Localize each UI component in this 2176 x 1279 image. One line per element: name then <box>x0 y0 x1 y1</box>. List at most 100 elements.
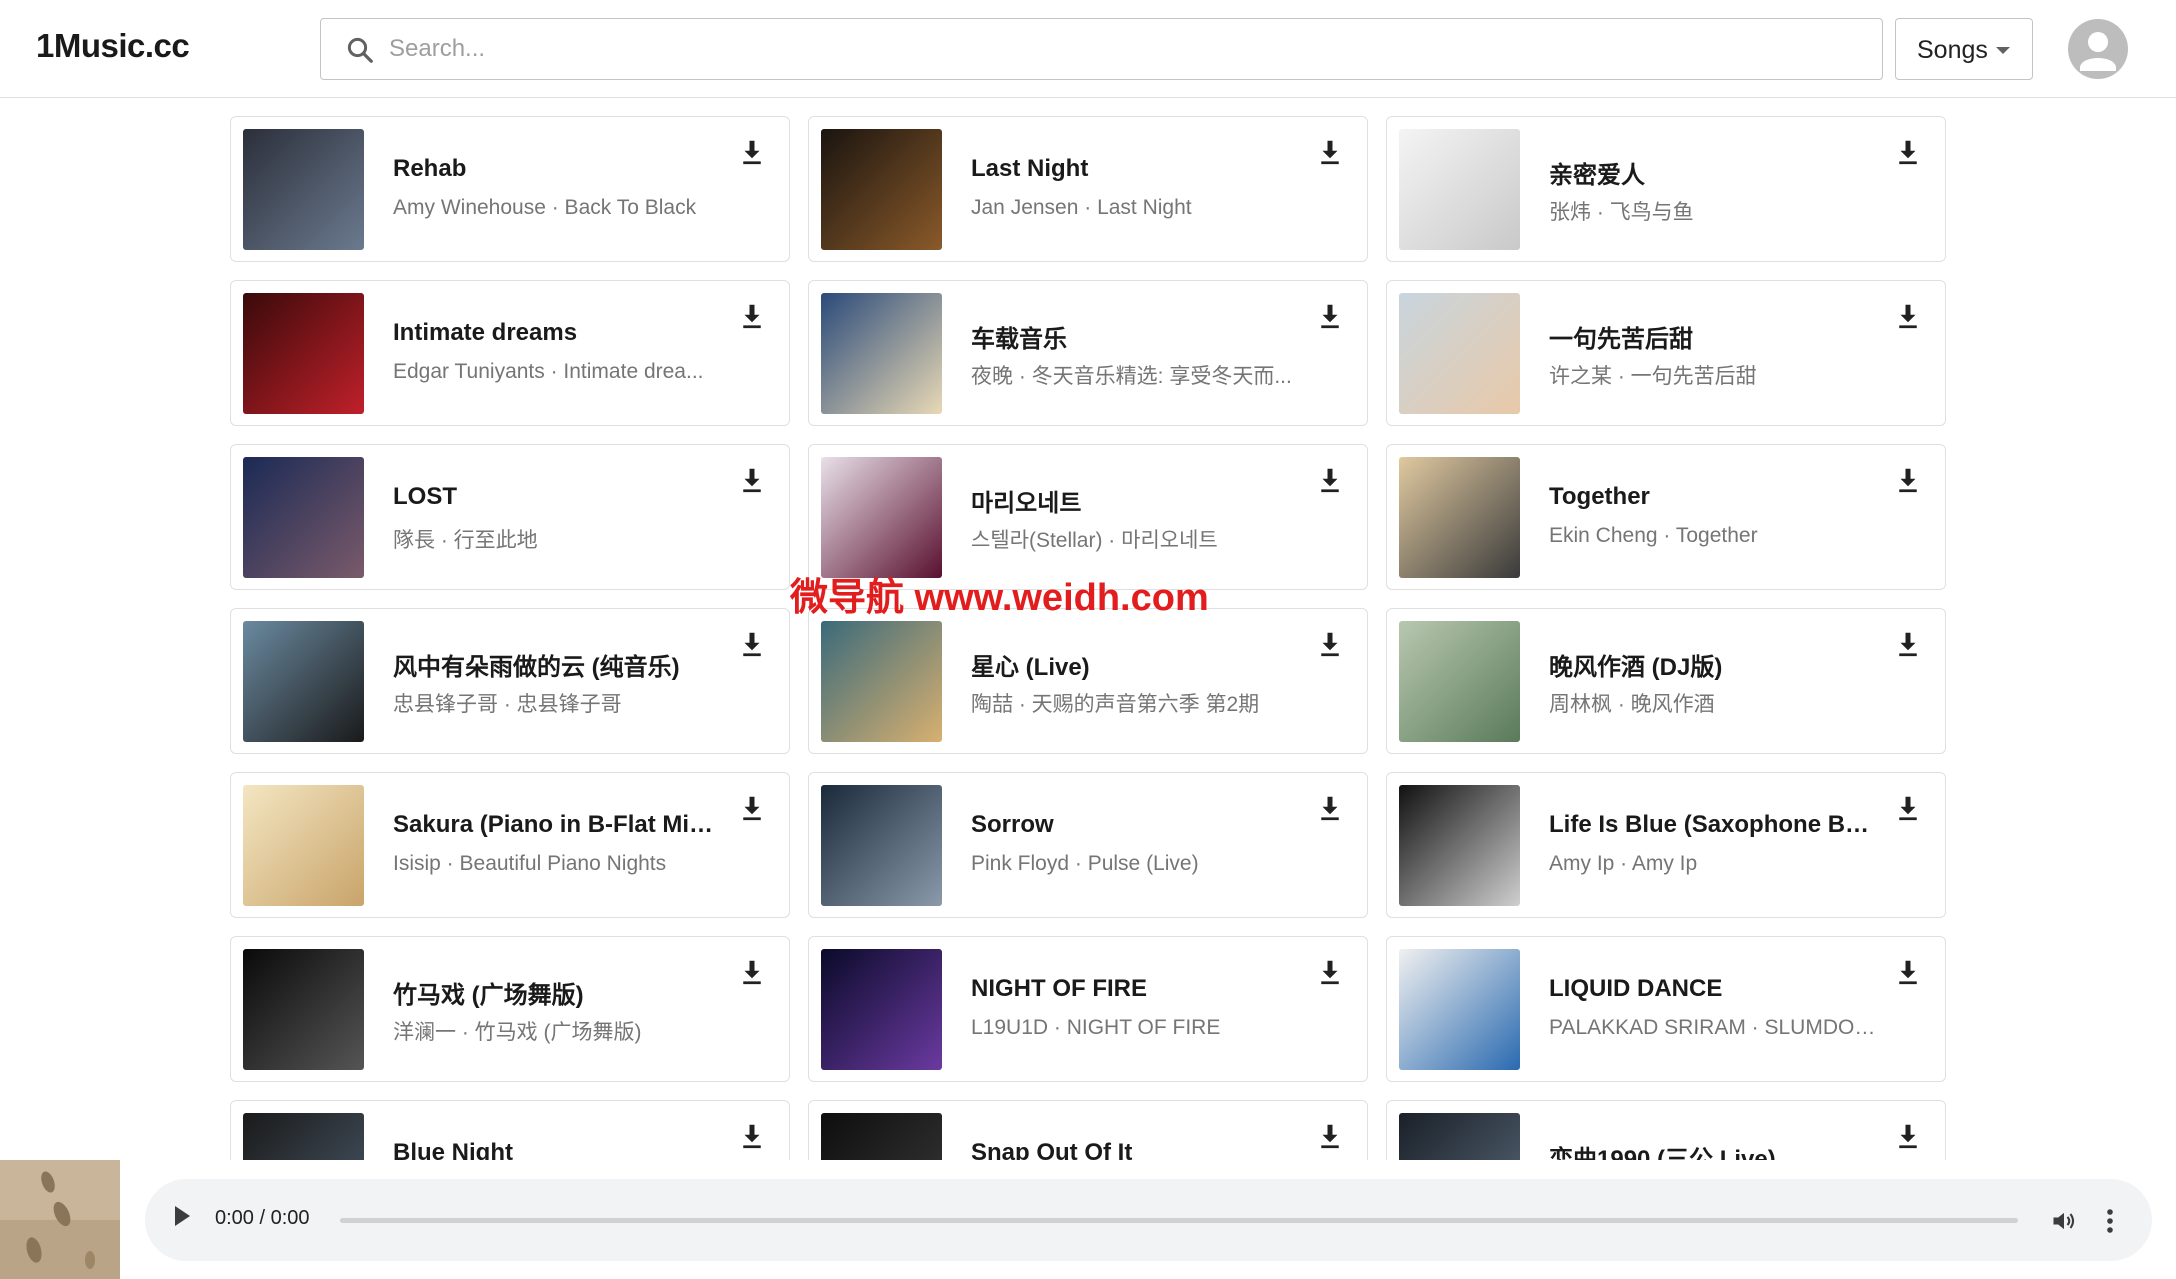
download-icon[interactable] <box>737 629 767 659</box>
song-title[interactable]: Sakura (Piano in B-Flat Min... <box>393 811 723 839</box>
song-title[interactable]: LOST <box>393 483 723 511</box>
album-cover[interactable] <box>1399 949 1520 1070</box>
download-icon[interactable] <box>737 301 767 331</box>
album-cover[interactable] <box>243 457 364 578</box>
download-icon[interactable] <box>737 137 767 167</box>
song-title[interactable]: 一句先苦后甜 <box>1549 319 1879 354</box>
song-card[interactable]: Last Night Jan Jensen · Last Night <box>808 116 1368 262</box>
song-card[interactable]: Sorrow Pink Floyd · Pulse (Live) <box>808 772 1368 918</box>
song-card[interactable]: 一句先苦后甜许之某 · 一句先苦后甜 <box>1386 280 1946 426</box>
song-title[interactable]: Life Is Blue (Saxophone Ball... <box>1549 811 1879 839</box>
album-cover[interactable] <box>1399 621 1520 742</box>
song-title[interactable]: 恋曲1990 (三公 Live) <box>1549 1139 1879 1160</box>
song-title[interactable]: Blue Night <box>393 1139 723 1160</box>
song-title[interactable]: 마리오네트 <box>971 483 1301 518</box>
person-icon <box>2080 32 2116 71</box>
download-icon[interactable] <box>1315 301 1345 331</box>
download-icon[interactable] <box>737 465 767 495</box>
album-cover[interactable] <box>821 293 942 414</box>
album-cover[interactable] <box>1399 1113 1520 1160</box>
download-icon[interactable] <box>1315 793 1345 823</box>
song-card[interactable]: 亲密爱人 张炜 · 飞鸟与鱼 <box>1386 116 1946 262</box>
search-box[interactable] <box>320 18 1883 80</box>
song-card[interactable]: Life Is Blue (Saxophone Ball... Amy Ip · … <box>1386 772 1946 918</box>
song-title[interactable]: 竹马戏 (广场舞版) <box>393 975 723 1010</box>
song-title[interactable]: Intimate dreams <box>393 319 723 347</box>
song-card[interactable]: Together Ekin Cheng · Together <box>1386 444 1946 590</box>
album-cover[interactable] <box>243 293 364 414</box>
search-input[interactable] <box>389 19 1859 79</box>
download-icon[interactable] <box>1315 137 1345 167</box>
song-artist-album: Edgar Tuniyants · Intimate drea... <box>393 360 704 383</box>
song-title[interactable]: Snap Out Of It <box>971 1139 1301 1160</box>
album-cover[interactable] <box>821 949 942 1070</box>
download-icon[interactable] <box>737 1121 767 1151</box>
search-type-select[interactable]: Songs <box>1895 18 2033 80</box>
song-card[interactable]: 星心 (Live) 陶喆 · 天赐的声音第六季 第2期 <box>808 608 1368 754</box>
song-title[interactable]: Rehab <box>393 155 723 183</box>
album-cover[interactable] <box>243 621 364 742</box>
song-title[interactable]: 车载音乐 <box>971 319 1301 354</box>
album-cover[interactable] <box>821 129 942 250</box>
album-cover[interactable] <box>821 457 942 578</box>
song-card[interactable]: Snap Out Of It <box>808 1100 1368 1160</box>
now-playing-cover <box>0 1160 120 1279</box>
download-icon[interactable] <box>1893 301 1923 331</box>
song-title[interactable]: Last Night <box>971 155 1301 183</box>
song-card[interactable]: LIQUID DANCE PALAKKAD SRIRAM · SLUMDOG... <box>1386 936 1946 1082</box>
download-icon[interactable] <box>737 793 767 823</box>
seek-bar[interactable] <box>340 1218 2018 1223</box>
album-cover[interactable] <box>1399 293 1520 414</box>
song-artist-album: 스텔라(Stellar) · 마리오네트 <box>971 529 1218 552</box>
site-logo[interactable]: 1Music.cc <box>36 27 190 65</box>
album-cover[interactable] <box>821 1113 942 1160</box>
download-icon[interactable] <box>1315 1121 1345 1151</box>
download-icon[interactable] <box>1893 1121 1923 1151</box>
album-cover[interactable] <box>243 949 364 1070</box>
download-icon[interactable] <box>1893 793 1923 823</box>
song-card[interactable]: 车载音乐 夜晚 · 冬天音乐精选: 享受冬天而... <box>808 280 1368 426</box>
album-cover[interactable] <box>243 785 364 906</box>
download-icon[interactable] <box>1315 465 1345 495</box>
song-card[interactable]: Intimate dreams Edgar Tuniyants · Intimat… <box>230 280 790 426</box>
download-icon[interactable] <box>1893 465 1923 495</box>
song-artist-album: Amy Winehouse · Back To Black <box>393 196 697 219</box>
song-title[interactable]: 风中有朵雨做的云 (纯音乐) <box>393 647 723 682</box>
song-title[interactable]: 星心 (Live) <box>971 647 1301 682</box>
song-card[interactable]: Rehab Amy Winehouse · Back To Black <box>230 116 790 262</box>
song-card[interactable]: 晚风作酒 (DJ版) 周林枫 · 晚风作酒 <box>1386 608 1946 754</box>
download-icon[interactable] <box>1315 629 1345 659</box>
album-cover[interactable] <box>1399 785 1520 906</box>
song-artist-album: 许之某 · 一句先苦后甜 <box>1549 365 1757 388</box>
song-title[interactable]: 亲密爱人 <box>1549 155 1879 190</box>
song-card[interactable]: Sakura (Piano in B-Flat Min... Isisip · B… <box>230 772 790 918</box>
download-icon[interactable] <box>1893 957 1923 987</box>
more-options-icon[interactable] <box>2105 1206 2115 1236</box>
song-card[interactable]: NIGHT OF FIRE L19U1D · NIGHT OF FIRE <box>808 936 1368 1082</box>
album-cover[interactable] <box>243 129 364 250</box>
song-card[interactable]: 恋曲1990 (三公 Live) <box>1386 1100 1946 1160</box>
user-avatar[interactable] <box>2068 19 2128 79</box>
album-cover[interactable] <box>1399 457 1520 578</box>
play-icon[interactable] <box>175 1206 190 1226</box>
download-icon[interactable] <box>1893 137 1923 167</box>
song-title[interactable]: Sorrow <box>971 811 1301 839</box>
song-title[interactable]: 晚风作酒 (DJ版) <box>1549 647 1879 682</box>
album-cover[interactable] <box>821 621 942 742</box>
song-card[interactable]: LOST 隊長 · 行至此地 <box>230 444 790 590</box>
volume-icon[interactable] <box>2050 1207 2078 1235</box>
song-artist-album: L19U1D · NIGHT OF FIRE <box>971 1016 1221 1039</box>
time-readout: 0:00 / 0:00 <box>215 1207 310 1229</box>
song-title[interactable]: Together <box>1549 483 1879 511</box>
song-card[interactable]: 竹马戏 (广场舞版) 洋澜一 · 竹马戏 (广场舞版) <box>230 936 790 1082</box>
song-title[interactable]: LIQUID DANCE <box>1549 975 1879 1003</box>
download-icon[interactable] <box>737 957 767 987</box>
album-cover[interactable] <box>1399 129 1520 250</box>
song-card[interactable]: Blue Night <box>230 1100 790 1160</box>
song-card[interactable]: 风中有朵雨做的云 (纯音乐) 忠县锋子哥 · 忠县锋子哥 <box>230 608 790 754</box>
download-icon[interactable] <box>1315 957 1345 987</box>
download-icon[interactable] <box>1893 629 1923 659</box>
album-cover[interactable] <box>821 785 942 906</box>
song-title[interactable]: NIGHT OF FIRE <box>971 975 1301 1003</box>
album-cover[interactable] <box>243 1113 364 1160</box>
